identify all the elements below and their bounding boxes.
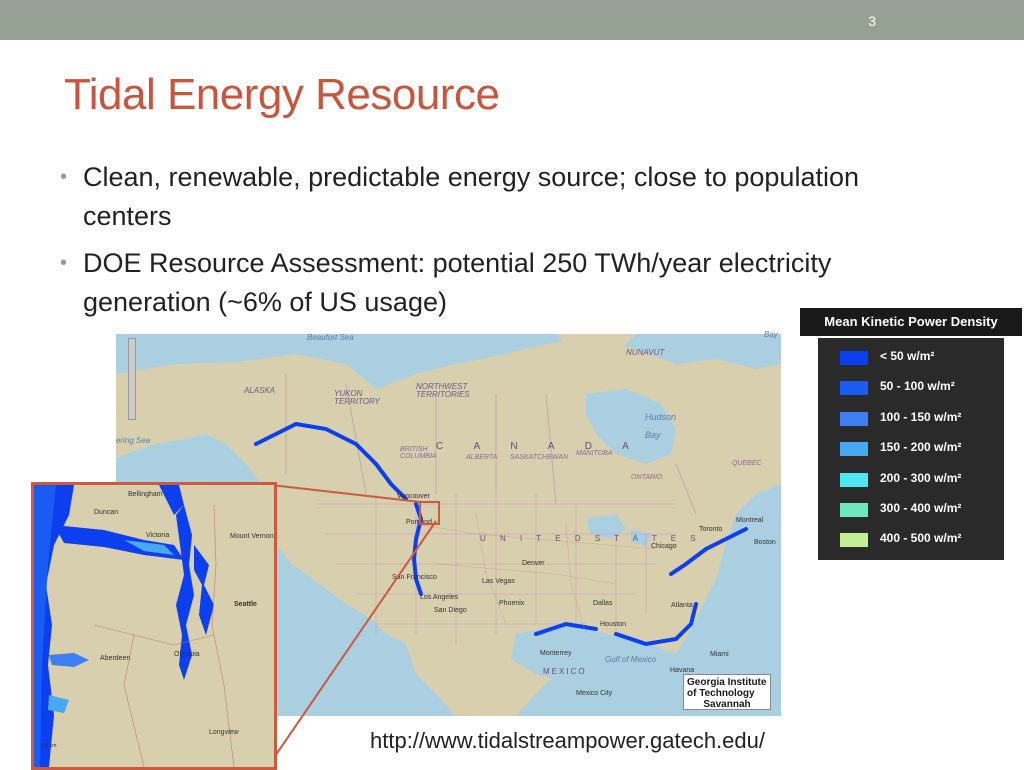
legend-swatch [840,533,868,548]
legend-row: 300 - 400 w/m² [818,498,1004,522]
legend-row: 100 - 150 w/m² [818,407,1004,431]
legend-swatch [840,381,868,396]
inset-label-mountvernon: Mount Vernon [230,533,274,540]
inset-label-seattle: Seattle [234,601,257,608]
legend-swatch [840,472,868,487]
inset-scale: 100 km [40,743,57,749]
legend-label: < 50 w/m² [880,349,935,363]
inset-label-olympia: Olympia [174,651,200,658]
legend-label: 100 - 150 w/m² [880,409,962,424]
power-density-legend: Mean Kinetic Power Density < 50 w/m² 50 -… [800,308,1022,560]
inset-label-bellingham: Bellingham [128,491,163,498]
legend-title: Mean Kinetic Power Density [800,308,1022,336]
legend-label: 50 - 100 w/m² [880,379,955,394]
puget-sound-inset-map[interactable]: Bellingham Duncan Victoria Mount Vernon … [31,482,277,770]
legend-swatch [840,503,868,517]
legend-row: < 50 w/m² [818,346,1004,370]
legend-row: 400 - 500 w/m² [818,528,1004,552]
inset-label-longview: Longview [209,729,239,736]
legend-swatch [840,442,868,457]
legend-row: 200 - 300 w/m² [818,468,1004,492]
legend-label: 400 - 500 w/m² [880,531,962,546]
source-url-link[interactable]: http://www.tidalstreampower.gatech.edu/ [370,728,765,754]
legend-row: 150 - 200 w/m² [818,437,1004,461]
legend-swatch [840,411,868,426]
legend-label: 200 - 300 w/m² [880,470,962,485]
inset-label-duncan: Duncan [94,509,119,516]
legend-label: 300 - 400 w/m² [880,501,962,515]
legend-label: 150 - 200 w/m² [880,440,962,455]
legend-body: < 50 w/m² 50 - 100 w/m² 100 - 150 w/m² 150 … [818,338,1004,560]
legend-swatch [840,351,868,365]
legend-row: 50 - 100 w/m² [818,376,1004,400]
inset-label-aberdeen: Aberdeen [100,655,131,662]
inset-label-victoria: Victoria [146,532,170,539]
